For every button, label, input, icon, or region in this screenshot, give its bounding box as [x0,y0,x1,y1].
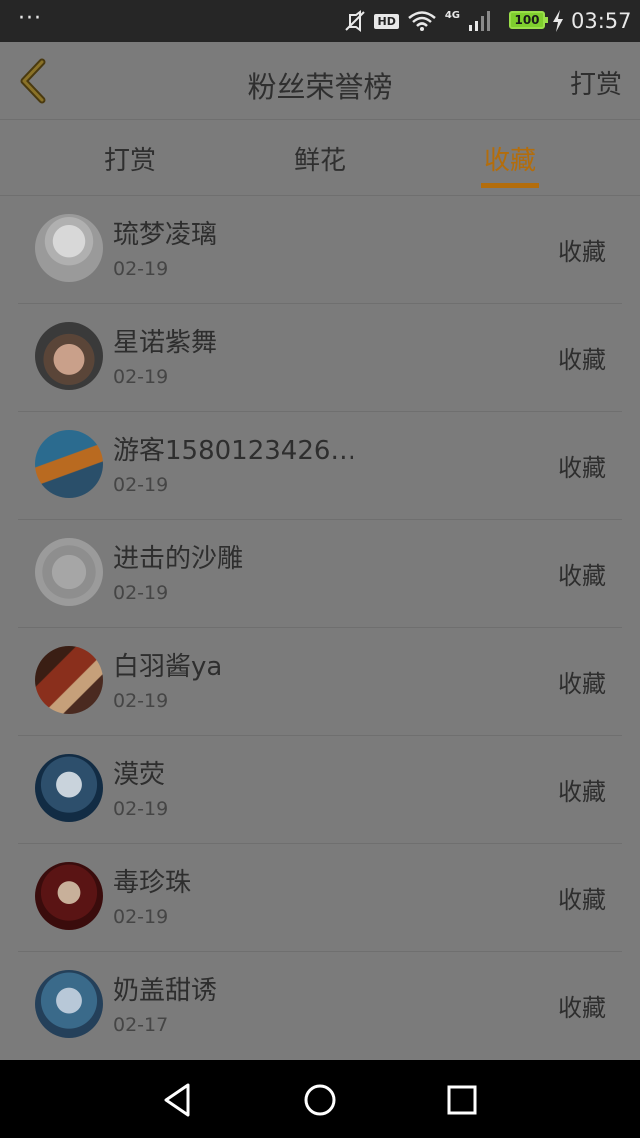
user-name: 游客1580123426… [113,436,353,466]
item-date: 02-19 [113,258,169,280]
hd-badge: HD [374,13,399,29]
nav-home-icon[interactable] [300,1080,340,1120]
status-icons: HD 4G [344,8,490,34]
notification-dots: ··· [18,6,42,31]
avatar [35,538,103,606]
item-type: 收藏 [558,778,606,806]
status-bar: ··· HD 4G 100 03:57 [0,0,640,42]
item-type: 收藏 [558,886,606,914]
avatar [35,322,103,390]
user-name: 进击的沙雕 [113,544,244,574]
user-name: 星诺紫舞 [113,328,218,358]
avatar [35,970,103,1038]
item-date: 02-19 [113,366,169,388]
system-nav-bar [0,1060,640,1138]
clock: 03:57 [571,9,632,33]
item-type: 收藏 [558,562,606,590]
item-type: 收藏 [558,238,606,266]
user-name: 奶盖甜诱 [113,976,218,1006]
app-header: 粉丝荣誉榜 打赏 [0,42,640,120]
user-name: 毒珍珠 [113,868,192,898]
avatar [35,646,103,714]
battery-icon: 100 [509,11,548,29]
avatar [35,214,103,282]
active-tab-indicator [481,183,539,188]
item-type: 收藏 [558,346,606,374]
list-item[interactable]: 星诺紫舞 02-19 收藏 [18,304,622,412]
reward-button[interactable]: 打赏 [570,64,622,101]
item-type: 收藏 [558,994,606,1022]
item-type: 收藏 [558,454,606,482]
item-date: 02-19 [113,690,169,712]
mute-icon [345,10,366,32]
list-item[interactable]: 毒珍珠 02-19 收藏 [18,844,622,952]
fan-list: 琉梦凌璃 02-19 收藏 星诺紫舞 02-19 收藏 游客1580123426… [18,196,622,1060]
list-item[interactable]: 游客1580123426… 02-19 收藏 [18,412,622,520]
item-date: 02-19 [113,582,169,604]
tab-reward[interactable]: 打赏 [70,140,190,177]
nav-recents-icon[interactable] [442,1080,482,1120]
tab-favorites[interactable]: 收藏 [450,140,570,177]
user-name: 琉梦凌璃 [113,220,218,250]
page-title: 粉丝荣誉榜 [247,70,393,104]
item-type: 收藏 [558,670,606,698]
user-name: 漠荧 [113,760,166,790]
nav-back-icon[interactable] [158,1080,198,1120]
item-date: 02-19 [113,798,169,820]
signal-icon [469,11,490,31]
item-date: 02-19 [113,474,169,496]
user-name: 白羽酱ya [113,652,223,682]
tab-flowers[interactable]: 鲜花 [260,140,380,177]
charging-icon [553,10,563,32]
list-item[interactable]: 进击的沙雕 02-19 收藏 [18,520,622,628]
list-item[interactable]: 漠荧 02-19 收藏 [18,736,622,844]
avatar [35,862,103,930]
list-item[interactable]: 白羽酱ya 02-19 收藏 [18,628,622,736]
wifi-icon [408,11,436,31]
list-item[interactable]: 琉梦凌璃 02-19 收藏 [18,196,622,304]
tab-bar: 打赏 鲜花 收藏 [0,120,640,196]
item-date: 02-17 [113,1014,169,1036]
item-date: 02-19 [113,906,169,928]
avatar [35,430,103,498]
avatar [35,754,103,822]
list-item[interactable]: 奶盖甜诱 02-17 收藏 [18,952,622,1060]
network-type: 4G [444,9,460,21]
